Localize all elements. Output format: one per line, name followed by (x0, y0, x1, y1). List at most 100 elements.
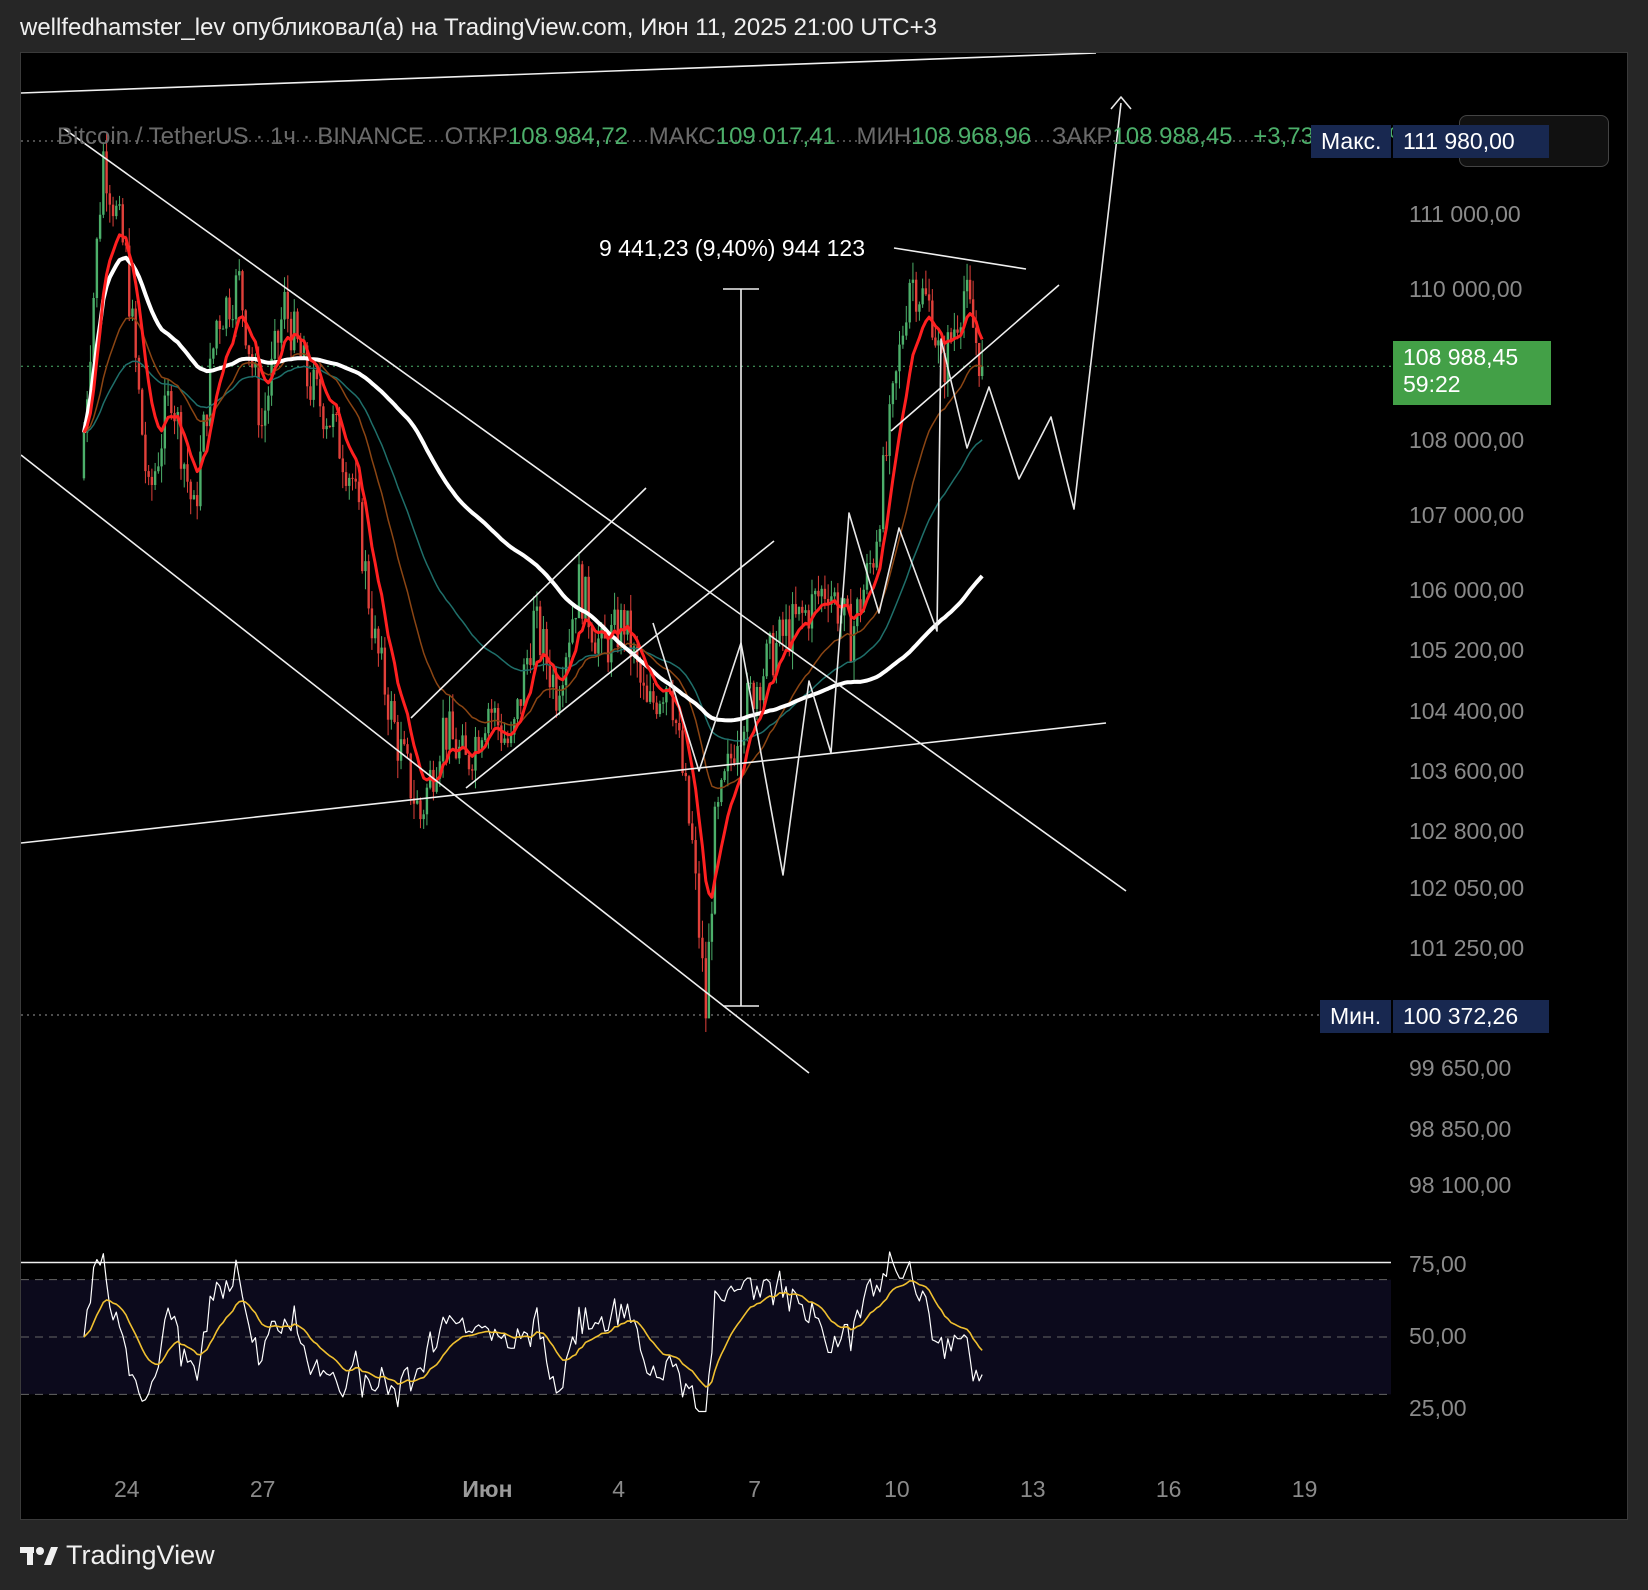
candle-body (878, 529, 882, 542)
candle-body (192, 495, 196, 500)
symbol-interval: 1ч (270, 123, 296, 150)
candle-body (574, 618, 577, 620)
candle-body (526, 658, 529, 665)
time-tick: 4 (612, 1476, 626, 1502)
candle-body (898, 344, 901, 372)
candle-body (341, 458, 344, 473)
candle-body (778, 619, 781, 644)
price-tick: 110 000,00 (1409, 276, 1523, 303)
candle-body (888, 404, 891, 456)
candle-body (383, 647, 387, 695)
candle-body (361, 502, 364, 572)
candle-body (927, 294, 931, 301)
candle-body (710, 913, 714, 942)
candle-body (82, 432, 86, 479)
candle-body (496, 708, 500, 726)
candle-body (529, 658, 532, 666)
candle-body (765, 643, 768, 677)
candle-body (134, 308, 137, 358)
candle-body (283, 291, 286, 320)
time-tick: 16 (1155, 1476, 1182, 1502)
candle-body (419, 800, 422, 820)
ema-red-line (82, 233, 984, 899)
time-tick: 19 (1291, 1476, 1318, 1502)
candle-body (869, 563, 872, 565)
candle-body (810, 594, 814, 629)
candle-body (558, 695, 561, 711)
candle-body (309, 386, 312, 400)
candle-body (905, 322, 908, 336)
symbol-legend[interactable]: Bitcoin / TetherUS · 1ч · BINANCE ОТКР10… (57, 123, 1419, 151)
candle-body (875, 541, 878, 568)
candle-body (658, 703, 662, 715)
candle-body (908, 282, 911, 323)
candle-body (548, 664, 552, 688)
chart-canvas[interactable] (21, 53, 1629, 1521)
chart-frame[interactable]: Bitcoin / TetherUS · 1ч · BINANCE ОТКР10… (20, 52, 1628, 1520)
time-tick: 24 (114, 1476, 140, 1502)
measure-label: 9 441,23 (9,40%) 944 123 (599, 235, 865, 261)
candle-body (483, 733, 487, 741)
candle-body (348, 477, 351, 486)
candle-body (131, 308, 134, 317)
candle-body (687, 776, 691, 824)
candle-body (762, 676, 765, 701)
candle-body (448, 711, 451, 750)
candle-body (642, 682, 645, 686)
candle-body (980, 366, 984, 377)
candle-body (817, 590, 820, 597)
candle-body (833, 592, 836, 597)
price-tick: 98 100,00 (1409, 1172, 1512, 1199)
max-tag-value: 111 980,00 (1393, 125, 1549, 158)
candle-body (215, 320, 218, 349)
candle-body (380, 647, 383, 654)
trendline-drawing (21, 53, 1097, 94)
candle-body (351, 477, 354, 479)
candle-body (606, 638, 610, 663)
candle-body (733, 758, 736, 764)
price-tick: 102 800,00 (1409, 818, 1525, 845)
price-tick: 107 000,00 (1409, 501, 1525, 528)
symbol-exchange: BINANCE (317, 123, 424, 150)
candle-body (98, 214, 102, 239)
candle-body (655, 702, 658, 715)
rsi-tick: 25,00 (1409, 1394, 1467, 1421)
candle-body (461, 735, 464, 747)
candle-body (393, 701, 396, 723)
candle-body (170, 391, 173, 414)
candle-body (467, 754, 471, 770)
candle-body (293, 311, 296, 351)
candle-body (836, 592, 840, 624)
candle-body (713, 806, 717, 914)
candle-body (335, 413, 338, 415)
candle-body (571, 619, 574, 643)
candle-body (344, 472, 348, 486)
trendline-drawing (62, 127, 1127, 892)
close-value: 108 988,45 (1112, 123, 1233, 150)
candle-body (166, 391, 170, 396)
candle-body (707, 941, 711, 1019)
candle-body (852, 626, 856, 662)
candle-body (704, 958, 708, 1019)
tradingview-logo[interactable]: TradingView (20, 1540, 215, 1571)
candle-body (373, 628, 377, 639)
candle-body (911, 279, 915, 283)
time-tick: 27 (249, 1476, 276, 1502)
candle-body (797, 606, 801, 615)
candle-body (445, 717, 448, 750)
candle-body (639, 662, 642, 683)
candle-body (218, 320, 222, 330)
candle-body (244, 310, 247, 346)
candle-body (723, 771, 726, 780)
candle-body (716, 802, 720, 807)
trendline-drawing (410, 487, 647, 719)
candle-body (144, 434, 147, 472)
candle-body (746, 683, 749, 732)
candle-body (425, 787, 429, 815)
candle-body (490, 708, 493, 713)
candle-body (918, 304, 921, 312)
candle-body (406, 744, 409, 754)
candle-body (403, 739, 406, 745)
candle-body (755, 686, 759, 709)
candle-body (231, 319, 234, 321)
